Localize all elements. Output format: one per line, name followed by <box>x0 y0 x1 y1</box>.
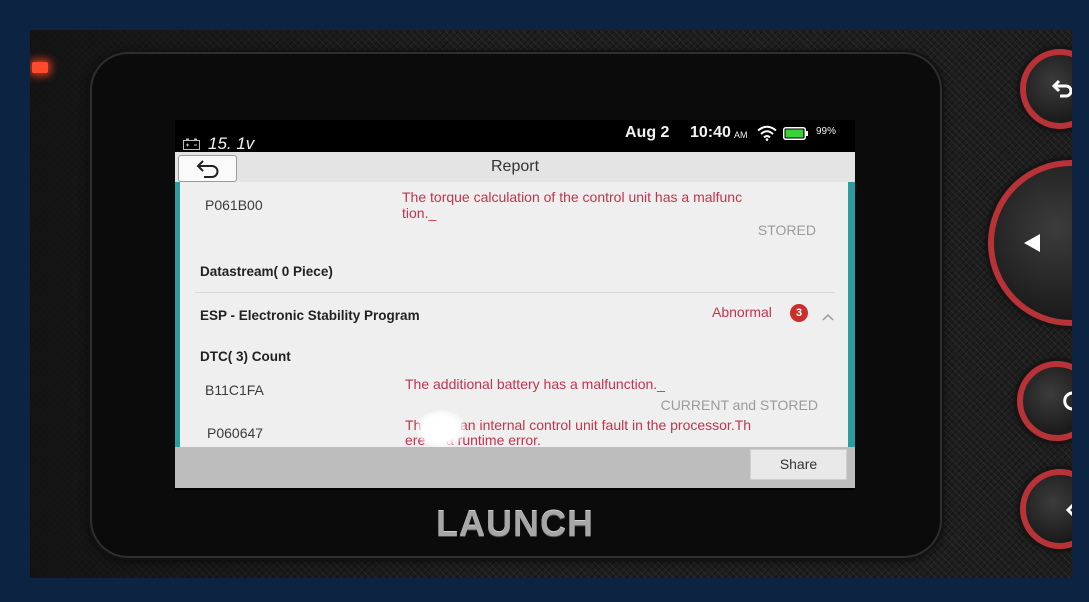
triangle-left-icon <box>1024 234 1040 252</box>
device-screen: 15. 1v Aug 2 10:40 AM 99% Report P061B00… <box>175 120 855 490</box>
dtc-code: P060647 <box>207 425 264 441</box>
dtc-status: STORED <box>757 222 816 238</box>
light-glare <box>416 410 466 447</box>
bottom-bar: Share <box>175 447 855 488</box>
circle-icon <box>1063 391 1072 411</box>
system-name: ESP - Electronic Stability Program <box>200 308 420 323</box>
dtc-code: B11C1FA <box>205 382 264 398</box>
dtc-description-line: tion._ <box>402 205 437 221</box>
system-status: Abnormal <box>712 304 772 320</box>
section-divider <box>195 292 835 293</box>
dtc-status: CURRENT and STORED <box>660 397 818 413</box>
dtc-description-line: The additional battery has a malfunction… <box>405 376 665 392</box>
report-list[interactable]: P061B00 The torque calculation of the co… <box>175 182 855 447</box>
datastream-heading: Datastream( 0 Piece) <box>200 264 333 279</box>
dtc-code: P061B00 <box>205 197 263 213</box>
wifi-icon <box>757 125 777 146</box>
status-time: 10:40 <box>690 124 731 141</box>
battery-voltage: 15. 1v <box>208 134 255 153</box>
dtc-description-line: The torque calculation of the control un… <box>402 189 743 205</box>
dtc-count-heading: DTC( 3) Count <box>200 349 291 364</box>
device-photo: 15. 1v Aug 2 10:40 AM 99% Report P061B00… <box>30 30 1072 578</box>
battery-icon <box>783 127 809 145</box>
status-meridiem: AM <box>734 130 748 140</box>
status-date: Aug 2 <box>625 124 670 141</box>
back-arrow-icon <box>196 160 219 178</box>
battery-percent: 99% <box>816 126 837 137</box>
dtc-description-fragment: an internal control unit fault in the pr… <box>460 417 752 433</box>
page-title: Report <box>490 158 540 175</box>
brand-logo: LAUNCH <box>436 503 594 544</box>
battery-fill <box>785 129 804 138</box>
chevron-left-icon <box>1065 503 1072 517</box>
share-button[interactable]: Share <box>750 449 847 480</box>
back-button[interactable] <box>178 155 237 182</box>
status-bar: 15. 1v Aug 2 10:40 AM 99% <box>175 120 855 153</box>
fault-count-badge: 3 <box>790 304 808 322</box>
title-bar: Report <box>175 152 855 182</box>
back-arrow-icon <box>1052 79 1072 98</box>
chevron-up-icon[interactable] <box>822 308 834 326</box>
power-led <box>32 62 48 73</box>
